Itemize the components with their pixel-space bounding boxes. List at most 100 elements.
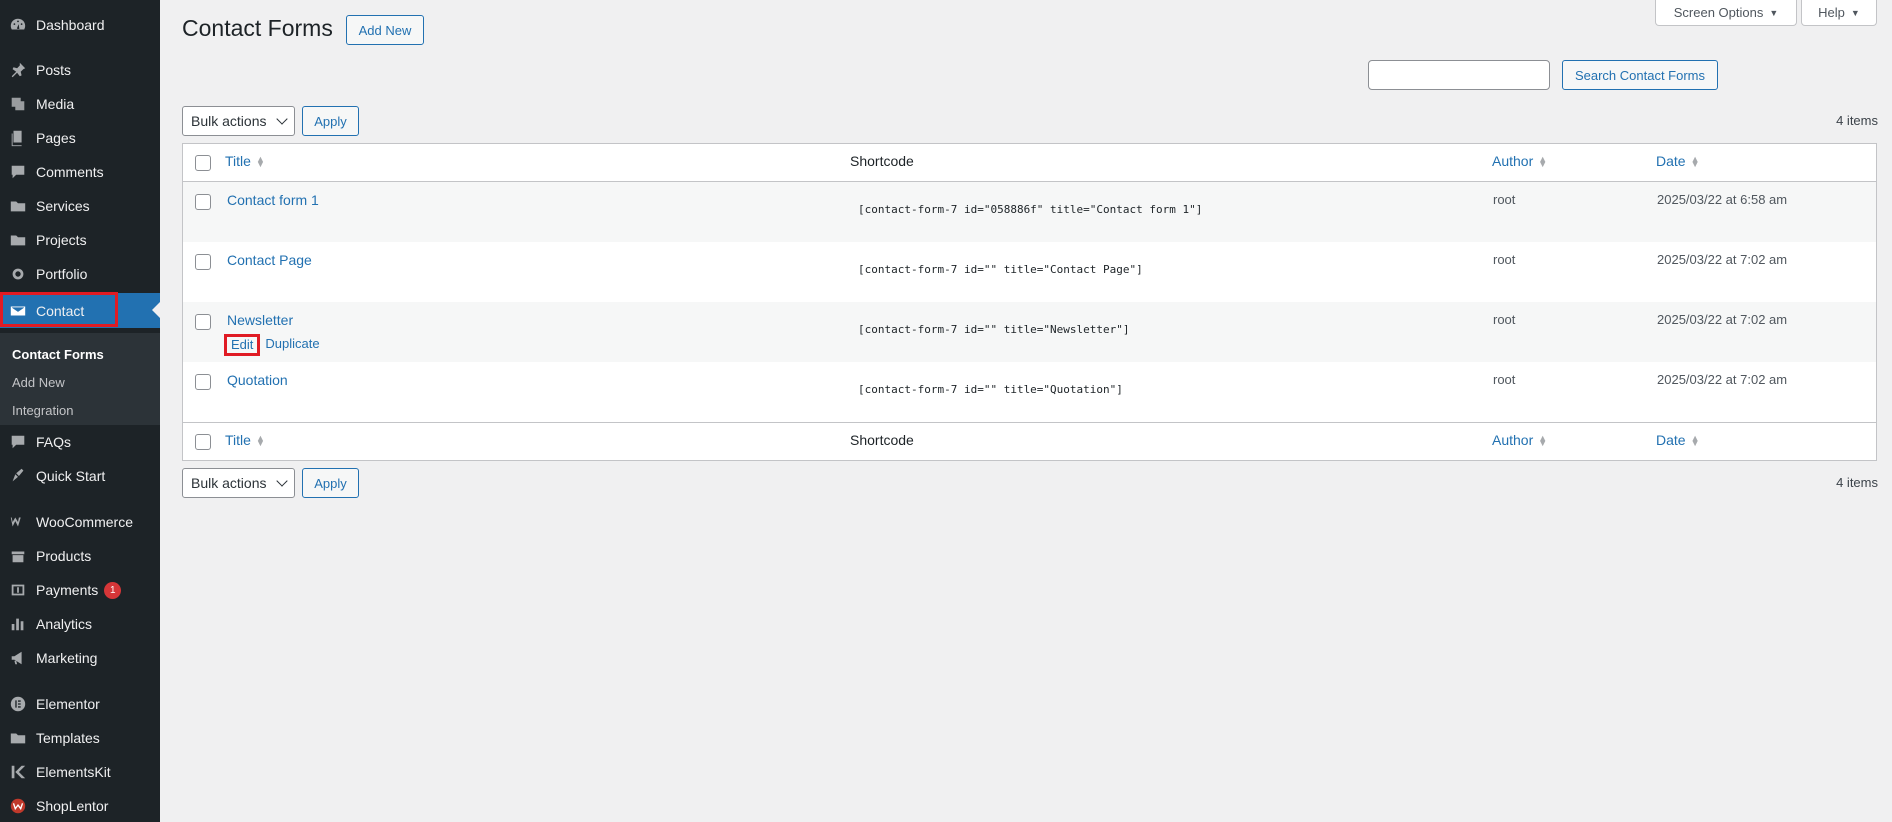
products-icon (8, 546, 28, 566)
column-title[interactable]: Title ▲ ▼ (225, 432, 265, 448)
sidebar-item-portfolio[interactable]: Portfolio (0, 257, 160, 291)
sidebar-item-shoplentor[interactable]: ShopLentor (0, 789, 160, 822)
sidebar-item-label: Services (36, 198, 90, 214)
items-count-top: 4 items (1836, 113, 1878, 128)
shoplentor-icon (8, 796, 28, 816)
table-row: Quotation [contact-form-7 id="" title="Q… (183, 362, 1876, 422)
row-title-link[interactable]: Contact form 1 (227, 192, 319, 208)
sidebar-item-services[interactable]: Services (0, 189, 160, 223)
sidebar-item-label: Elementor (36, 696, 100, 712)
screen-options-tab[interactable]: Screen Options ▼ (1655, 0, 1797, 26)
help-label: Help (1818, 5, 1845, 20)
sidebar-item-dashboard[interactable]: Dashboard (0, 8, 160, 42)
submenu-integration[interactable]: Integration (12, 403, 73, 418)
dashboard-icon (8, 15, 28, 35)
row-shortcode: [contact-form-7 id="" title="Newsletter"… (858, 323, 1130, 336)
row-author: root (1493, 372, 1516, 387)
sidebar-item-elementskit[interactable]: ElementsKit (0, 755, 160, 789)
sidebar-item-posts[interactable]: Posts (0, 53, 160, 87)
row-actions: Edit Duplicate (223, 334, 320, 356)
select-all-checkbox[interactable] (195, 434, 211, 450)
table-row: Contact form 1 [contact-form-7 id="05888… (183, 182, 1876, 242)
marketing-icon (8, 648, 28, 668)
column-date-label: Date (1656, 432, 1686, 448)
column-author[interactable]: Author ▲ ▼ (1492, 153, 1547, 169)
sidebar-item-analytics[interactable]: Analytics (0, 607, 160, 641)
add-new-button[interactable]: Add New (346, 15, 424, 45)
row-date: 2025/03/22 at 7:02 am (1657, 312, 1788, 327)
sort-icon: ▲ ▼ (255, 433, 265, 449)
column-date-label: Date (1656, 153, 1686, 169)
row-checkbox[interactable] (195, 374, 211, 390)
quickstart-icon (8, 466, 28, 486)
sidebar-item-label: Marketing (36, 650, 98, 666)
sidebar-item-woocommerce[interactable]: WooCommerce (0, 505, 160, 539)
column-title[interactable]: Title ▲ ▼ (225, 153, 265, 169)
screen-options-label: Screen Options (1673, 5, 1764, 20)
items-count-bottom: 4 items (1836, 475, 1878, 490)
sidebar-item-label: Quick Start (36, 468, 106, 484)
row-checkbox[interactable] (195, 194, 211, 210)
select-all-checkbox[interactable] (195, 155, 211, 171)
sidebar-item-projects[interactable]: Projects (0, 223, 160, 257)
sidebar-item-templates[interactable]: Templates (0, 721, 160, 755)
folder-icon (8, 230, 28, 250)
sidebar-item-payments[interactable]: Payments 1 (0, 573, 160, 607)
table-row: Contact Page [contact-form-7 id="" title… (183, 242, 1876, 302)
sidebar-item-label: Templates (36, 730, 100, 746)
sidebar-item-label: ShopLentor (36, 798, 109, 814)
folder-icon (8, 196, 28, 216)
sidebar-item-label: WooCommerce (36, 514, 133, 530)
templates-icon (8, 728, 28, 748)
sort-icon: ▲ ▼ (1538, 433, 1548, 449)
column-shortcode: Shortcode (850, 432, 914, 448)
column-author[interactable]: Author ▲ ▼ (1492, 432, 1547, 448)
bulk-actions-select-bottom[interactable]: Bulk actions (182, 468, 295, 498)
duplicate-link[interactable]: Duplicate (265, 336, 319, 353)
pin-icon (8, 60, 28, 80)
sidebar-item-label: Projects (36, 232, 87, 248)
apply-button-bottom[interactable]: Apply (302, 468, 359, 498)
page-title: Contact Forms (182, 15, 333, 41)
column-date[interactable]: Date ▲ ▼ (1656, 153, 1700, 169)
woocommerce-icon (8, 512, 28, 532)
sidebar-item-elementor[interactable]: Elementor (0, 687, 160, 721)
row-shortcode: [contact-form-7 id="058886f" title="Cont… (858, 203, 1203, 216)
column-author-label: Author (1492, 153, 1534, 169)
sidebar-item-marketing[interactable]: Marketing (0, 641, 160, 675)
sidebar-item-quick-start[interactable]: Quick Start (0, 459, 160, 493)
sidebar-item-faqs[interactable]: FAQs (0, 425, 160, 459)
search-input[interactable] (1368, 60, 1550, 90)
sort-icon: ▲ ▼ (1690, 154, 1700, 170)
search-contact-forms-button[interactable]: Search Contact Forms (1562, 60, 1718, 90)
sidebar-item-contact[interactable]: Contact (0, 293, 160, 328)
row-checkbox[interactable] (195, 314, 211, 330)
mail-icon (8, 301, 28, 321)
row-date: 2025/03/22 at 7:02 am (1657, 252, 1788, 267)
bulk-actions-select-top[interactable]: Bulk actions (182, 106, 295, 136)
row-title-link[interactable]: Quotation (227, 372, 288, 388)
sidebar-item-products[interactable]: Products (0, 539, 160, 573)
row-shortcode: [contact-form-7 id="" title="Quotation"] (858, 383, 1123, 396)
row-date: 2025/03/22 at 7:02 am (1657, 372, 1788, 387)
row-title-link[interactable]: Contact Page (227, 252, 312, 268)
admin-sidebar: Dashboard Posts Media Pages Comments Ser… (0, 0, 160, 822)
sidebar-item-label: Analytics (36, 616, 93, 632)
elementor-icon (8, 694, 28, 714)
sidebar-item-media[interactable]: Media (0, 87, 160, 121)
column-date[interactable]: Date ▲ ▼ (1656, 432, 1700, 448)
row-checkbox[interactable] (195, 254, 211, 270)
comments-icon (8, 432, 28, 452)
chevron-down-icon (276, 475, 288, 487)
edit-link[interactable]: Edit (223, 334, 261, 356)
submenu-add-new[interactable]: Add New (12, 375, 65, 390)
sidebar-item-pages[interactable]: Pages (0, 121, 160, 155)
sidebar-item-label: Pages (36, 130, 76, 146)
sidebar-item-comments[interactable]: Comments (0, 155, 160, 189)
column-title-label: Title (225, 432, 251, 448)
table-footer: Title ▲ ▼ Shortcode Author ▲ ▼ Date ▲ ▼ (183, 422, 1876, 460)
submenu-contact-forms[interactable]: Contact Forms (12, 347, 104, 362)
apply-button-top[interactable]: Apply (302, 106, 359, 136)
help-tab[interactable]: Help ▼ (1801, 0, 1877, 26)
row-title-link[interactable]: Newsletter (227, 312, 293, 328)
